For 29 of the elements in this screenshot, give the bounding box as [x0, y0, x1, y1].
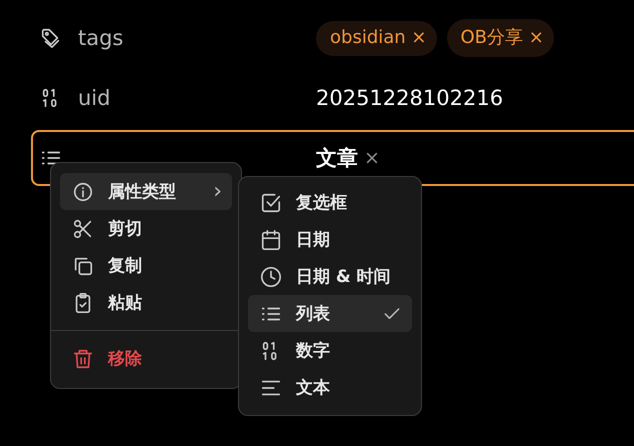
checkbox-icon — [260, 192, 282, 214]
menu-item[interactable]: 复制 — [60, 247, 232, 284]
menu-item[interactable]: 日期 — [248, 221, 412, 258]
menu-item[interactable]: 剪切 — [60, 210, 232, 247]
menu-item[interactable]: 数字 — [248, 332, 412, 369]
menu-item[interactable]: 日期 & 时间 — [248, 258, 412, 295]
calendar-icon — [260, 228, 282, 250]
tag-chip[interactable]: OB分享 × — [446, 19, 554, 57]
trash-icon — [72, 348, 94, 370]
scissors-icon — [72, 218, 94, 240]
property-row[interactable]: tags obsidian × OB分享 × — [31, 10, 634, 66]
tag-chip[interactable]: obsidian × — [316, 20, 436, 56]
clock-icon — [260, 266, 282, 288]
tag-icon — [40, 27, 62, 49]
remove-icon[interactable]: × — [411, 26, 426, 48]
menu-item[interactable]: 文本 — [248, 369, 412, 406]
property-row[interactable]: uid 20251228102216 — [31, 70, 634, 126]
remove-icon[interactable]: × — [364, 147, 380, 169]
menu-item[interactable]: 属性类型 › — [60, 173, 232, 210]
menu-item[interactable]: 移除 — [60, 340, 232, 377]
menu-item[interactable]: 粘贴 — [60, 284, 232, 321]
property-name[interactable]: uid — [78, 86, 110, 110]
menu-item[interactable]: 复选框 — [248, 184, 412, 221]
menu-item[interactable]: 列表 — [248, 295, 412, 332]
property-name[interactable]: tags — [78, 26, 124, 50]
info-icon — [72, 180, 94, 202]
property-value[interactable]: 20251228102216 — [316, 86, 504, 110]
list-value[interactable]: 文章 — [316, 144, 358, 172]
remove-icon[interactable]: × — [528, 27, 544, 48]
